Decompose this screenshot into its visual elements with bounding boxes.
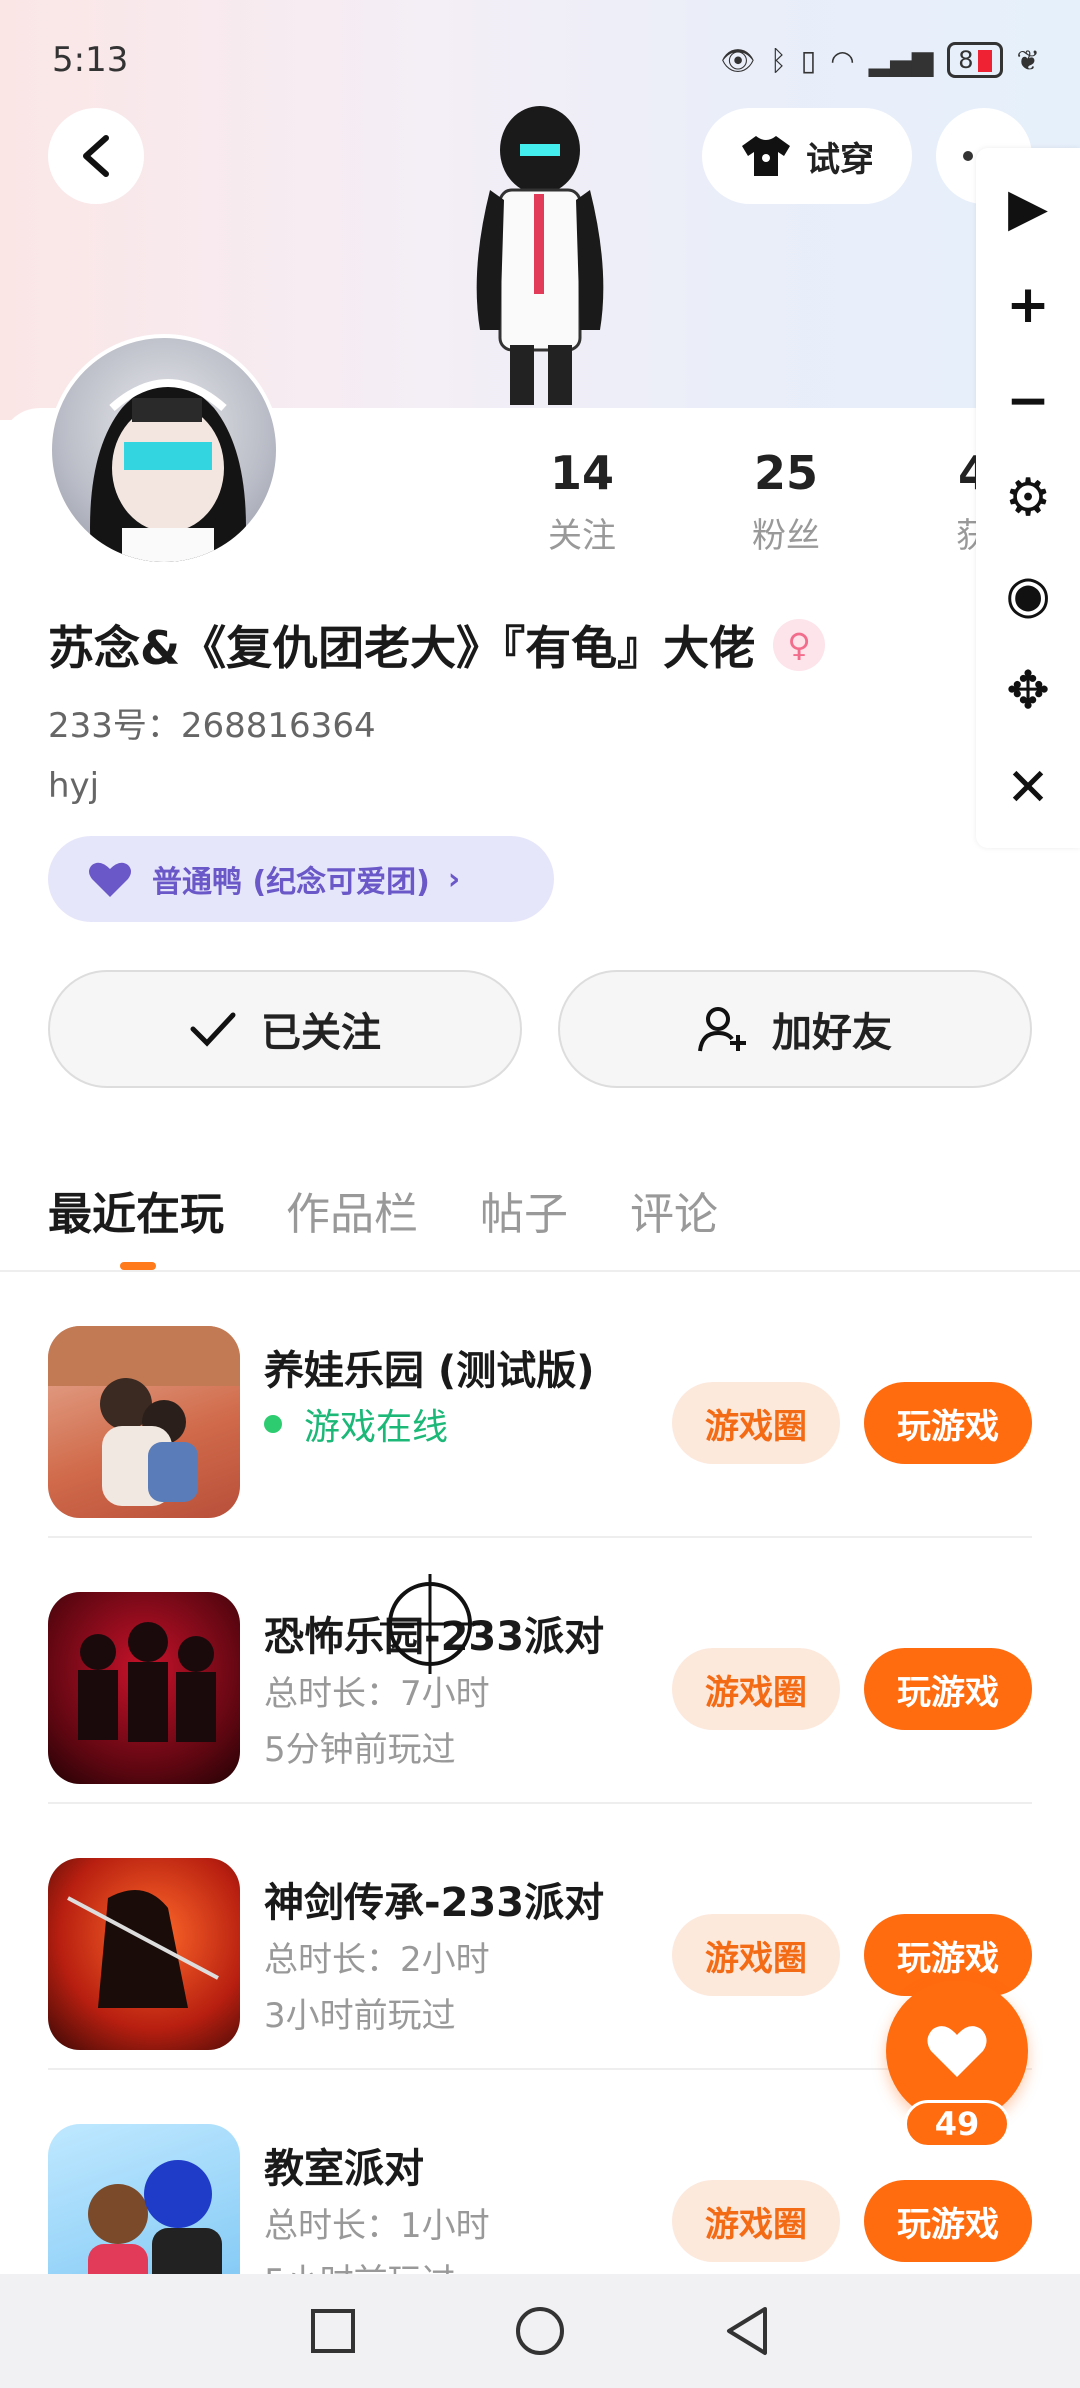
signal-icon: ▂▄▆ (868, 43, 934, 77)
chevron-left-icon (83, 135, 109, 177)
play-game-button[interactable]: 玩游戏 (864, 2180, 1032, 2262)
user-bio: hyj (48, 766, 100, 806)
play-game-button[interactable]: 玩游戏 (864, 1648, 1032, 1730)
play-icon[interactable]: ▶ (998, 178, 1058, 238)
followed-button[interactable]: 已关注 (48, 970, 522, 1088)
game-icon (48, 1858, 240, 2050)
game-icon-art (78, 1622, 216, 1742)
eye-hidden-icon[interactable]: ◉ (998, 565, 1058, 625)
chevron-right-icon: › (447, 861, 461, 897)
purple-heart-icon (89, 862, 131, 897)
status-time: 5:13 (52, 40, 129, 80)
recent-apps-icon[interactable] (309, 2307, 357, 2355)
stat-following[interactable]: 14 关注 (480, 446, 684, 557)
game-circle-button[interactable]: 游戏圈 (672, 1382, 840, 1464)
profile-name: 苏念&《复仇团老大》『有龟』大佬 (48, 621, 756, 675)
battery-icon: 8 (947, 42, 1003, 78)
game-icon (48, 1326, 240, 1518)
tab-posts[interactable]: 帖子 (480, 1178, 568, 1242)
avatar-character-figure (476, 106, 604, 405)
dot-icon (963, 151, 973, 161)
heart-icon (927, 2026, 987, 2077)
game-row[interactable]: 恐怖乐园-233派对 总时长：7小时 5分钟前玩过 游戏圈 玩游戏 (48, 1538, 1032, 1804)
leaf-icon: ❦ (1016, 43, 1040, 77)
stat-label: 粉丝 (752, 516, 820, 556)
move-icon[interactable]: ✥ (998, 661, 1058, 721)
home-icon[interactable] (514, 2305, 566, 2357)
avatar[interactable] (48, 334, 280, 566)
gear-icon[interactable]: ⚙ (998, 468, 1058, 528)
game-row[interactable]: 神剑传承-233派对 总时长：2小时 3小时前玩过 游戏圈 玩游戏 (48, 1804, 1032, 2070)
bluetooth-icon: ᛒ (769, 43, 787, 77)
game-icon-art (67, 1890, 219, 2008)
stat-label: 关注 (548, 516, 616, 556)
game-circle-button[interactable]: 游戏圈 (672, 2180, 840, 2262)
profile-tabs: 最近在玩 作品栏 帖子 评论 (48, 1178, 718, 1270)
avatar-portrait (90, 379, 246, 562)
followed-label: 已关注 (261, 1010, 381, 1056)
status-icons: 👁 ᛒ ▯ ◠ ▂▄▆ 8 ❦ (720, 42, 1040, 78)
back-button[interactable] (48, 108, 144, 204)
vibrate-icon: ▯ (800, 43, 817, 77)
game-last-played: 5分钟前玩过 (264, 1730, 456, 1770)
add-user-icon (698, 1007, 746, 1052)
profile-page: 5:13 👁 ᛒ ▯ ◠ ▂▄▆ 8 ❦ 试穿 14 关注 25 粉丝 ▶ + … (0, 0, 1080, 2388)
membership-badge-label: 普通鸭 (纪念可爱团) (152, 865, 430, 900)
stat-value: 25 (753, 446, 818, 500)
try-on-label: 试穿 (806, 139, 874, 180)
game-circle-button[interactable]: 游戏圈 (672, 1914, 840, 1996)
game-total-time: 总时长：2小时 (264, 1940, 490, 1980)
game-icon-art (48, 1326, 240, 1506)
game-icon (48, 1592, 240, 1784)
add-friend-button[interactable]: 加好友 (558, 970, 1032, 1088)
minus-icon[interactable]: − (998, 371, 1058, 431)
check-icon (190, 1012, 236, 1047)
like-count: 49 (904, 2100, 1010, 2148)
tshirt-icon (742, 136, 790, 176)
stat-value: 14 (549, 446, 614, 500)
online-dot-icon (264, 1415, 282, 1433)
try-on-button[interactable]: 试穿 (702, 108, 912, 204)
tab-works[interactable]: 作品栏 (286, 1178, 418, 1242)
add-friend-label: 加好友 (772, 1010, 892, 1056)
game-title: 神剑传承-233派对 (264, 1880, 605, 1926)
game-total-time: 总时长：1小时 (264, 2206, 490, 2246)
profile-name-row: 苏念&《复仇团老大》『有龟』大佬 ♀ (48, 612, 826, 678)
stat-fans[interactable]: 25 粉丝 (684, 446, 888, 557)
crosshair-icon (380, 1574, 480, 1674)
back-nav-icon[interactable] (723, 2305, 771, 2357)
floating-toolbar: ▶ + − ⚙ ◉ ✥ ✕ (976, 148, 1080, 848)
system-nav-bar (0, 2274, 1080, 2388)
game-row[interactable]: 养娃乐园 (测试版) 游戏在线 游戏圈 玩游戏 (48, 1272, 1032, 1538)
status-bar: 5:13 👁 ᛒ ▯ ◠ ▂▄▆ 8 ❦ (52, 30, 1040, 90)
online-status: 游戏在线 (264, 1398, 448, 1450)
game-last-played: 3小时前玩过 (264, 1996, 456, 2036)
female-gender-icon: ♀ (773, 619, 826, 671)
wifi-icon: ◠ (830, 43, 855, 77)
game-title: 教室派对 (264, 2146, 424, 2192)
game-title: 养娃乐园 (测试版) (264, 1348, 595, 1394)
game-circle-button[interactable]: 游戏圈 (672, 1648, 840, 1730)
tab-recent-play[interactable]: 最近在玩 (48, 1178, 224, 1270)
eye-icon: 👁 (720, 43, 756, 77)
close-icon[interactable]: ✕ (998, 758, 1058, 818)
play-game-button[interactable]: 玩游戏 (864, 1382, 1032, 1464)
membership-badge[interactable]: 普通鸭 (纪念可爱团) › (48, 836, 554, 922)
user-id: 233号：268816364 (48, 706, 376, 746)
plus-icon[interactable]: + (998, 275, 1058, 335)
online-status-text: 游戏在线 (304, 1407, 449, 1448)
tab-comments[interactable]: 评论 (630, 1178, 718, 1242)
